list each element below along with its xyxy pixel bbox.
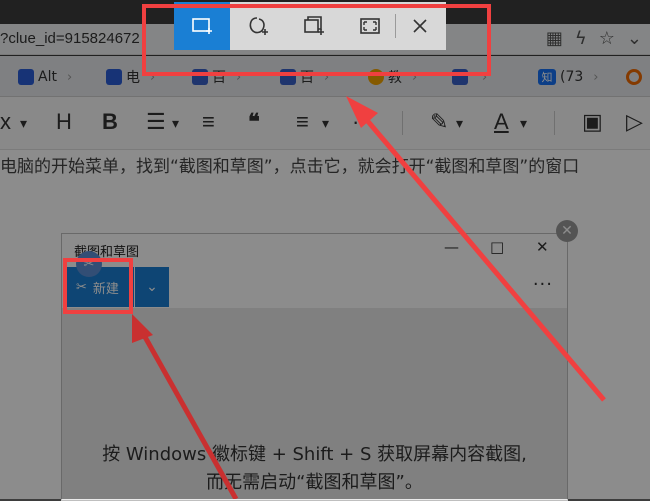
annotation-arrowhead-top	[346, 96, 378, 128]
annotation-arrows	[132, 96, 606, 499]
annotation-arrow-bottom	[137, 326, 239, 499]
annotation-arrowhead-bottom	[132, 314, 153, 343]
annotation-arrow-top	[358, 110, 606, 402]
